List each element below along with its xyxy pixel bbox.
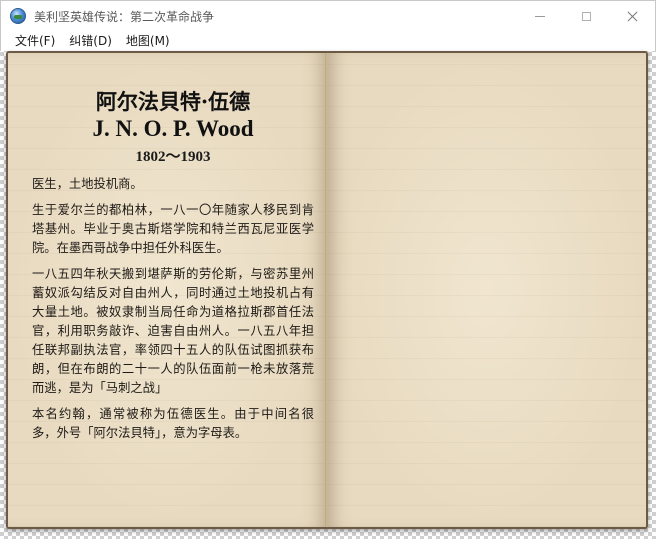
- menu-file[interactable]: 文件(F): [1, 31, 62, 51]
- close-icon: [627, 11, 638, 22]
- minimize-button[interactable]: [517, 1, 563, 32]
- left-page[interactable]: 阿尔法貝特·伍德 J. N. O. P. Wood 1802～1903 医生，土…: [8, 53, 326, 527]
- bio-paragraph: 生于爱尔兰的都柏林，一八一〇年随家人移民到肯塔基州。毕业于奥古斯塔学院和特兰西瓦…: [32, 203, 314, 255]
- window-title: 美利坚英雄传说：第二次革命战争: [34, 9, 215, 24]
- bio-paragraph: 本名约翰，通常被称为伍德医生。由于中间名很多，外号「阿尔法貝特」，意为字母表。: [32, 407, 314, 440]
- person-name-english: J. N. O. P. Wood: [92, 116, 254, 141]
- maximize-button[interactable]: [563, 1, 609, 32]
- biography-entry: 阿尔法貝特·伍德 J. N. O. P. Wood 1802～1903 医生，土…: [32, 89, 314, 450]
- person-name-chinese: 阿尔法貝特·伍德: [95, 89, 251, 114]
- book: 阿尔法貝特·伍德 J. N. O. P. Wood 1802～1903 医生，土…: [6, 51, 648, 529]
- bio-paragraph: 一八五四年秋天搬到堪萨斯的劳伦斯，与密苏里州蓄奴派勾结反对自由州人，同时通过土地…: [32, 267, 314, 395]
- menu-map[interactable]: 地图(M): [119, 31, 177, 51]
- window-titlebar[interactable]: 美利坚英雄传说：第二次革命战争: [0, 0, 656, 31]
- right-page[interactable]: [328, 53, 646, 527]
- window-controls: [517, 1, 655, 32]
- app-icon: [10, 8, 26, 24]
- menu-correction[interactable]: 纠错(D): [62, 31, 119, 51]
- close-button[interactable]: [609, 1, 655, 32]
- person-life-years: 1802～1903: [135, 149, 211, 165]
- maximize-icon: [581, 11, 591, 21]
- menu-bar: 文件(F) 纠错(D) 地图(M): [0, 31, 656, 51]
- minimize-icon: [535, 15, 545, 17]
- bio-paragraph: 医生，土地投机商。: [32, 177, 143, 191]
